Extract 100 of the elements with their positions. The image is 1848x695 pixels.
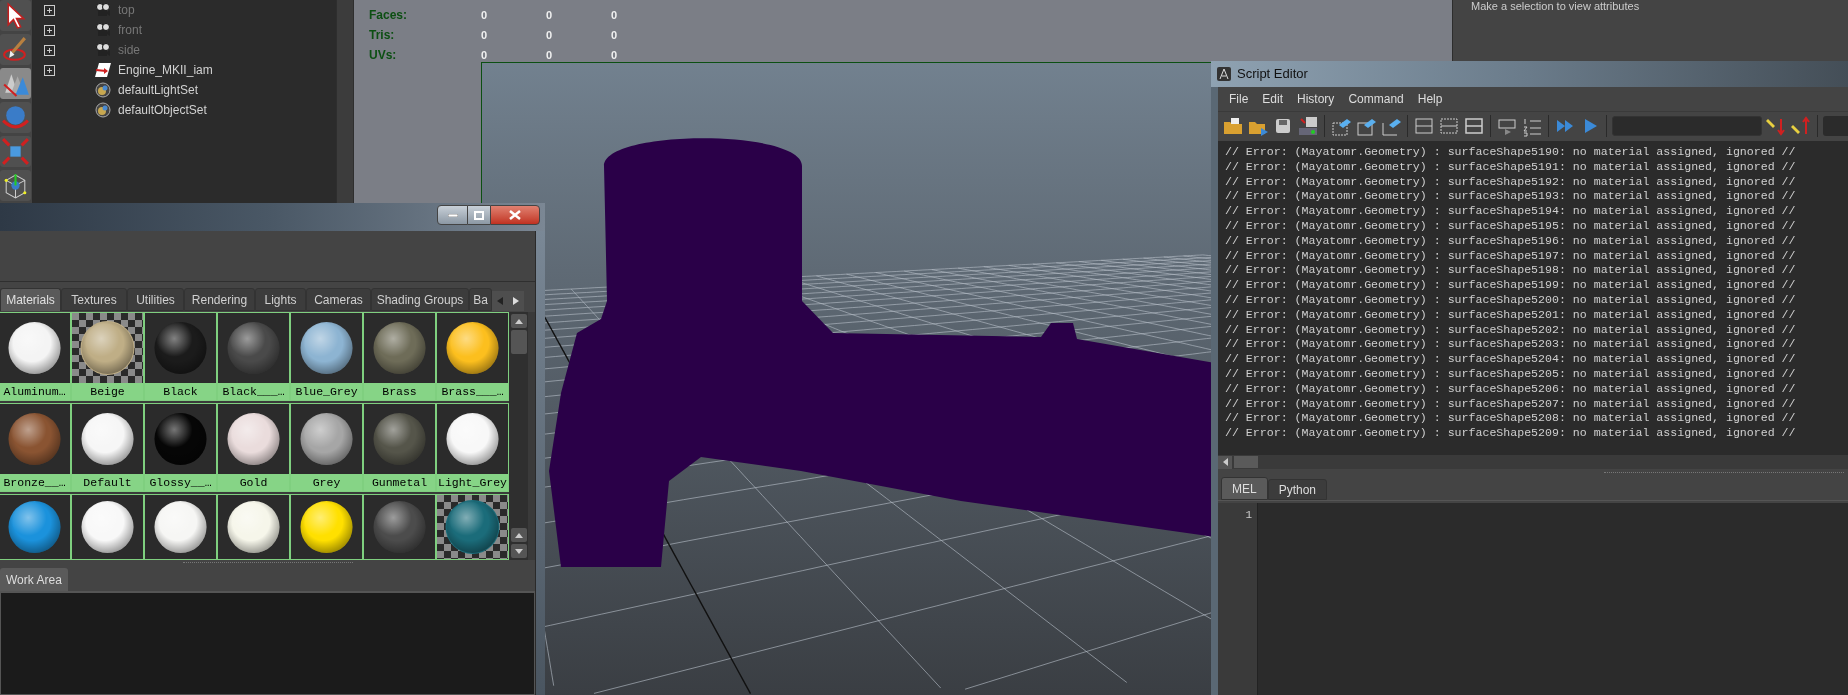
output-line: // Error: (Mayatomr.Geometry) : surfaceShape5207: no material assigned, ignored //: [1225, 396, 1797, 412]
hud-value: 0: [546, 9, 553, 21]
expand-icon[interactable]: [44, 4, 55, 16]
material-swatch[interactable]: [71, 494, 144, 560]
swatch-label: Black___…: [218, 383, 289, 400]
swatch-label: Light_Grey: [437, 474, 508, 491]
outliner-item[interactable]: defaultLightSet: [118, 81, 199, 99]
code-input-area[interactable]: [1258, 503, 1848, 695]
material-swatch[interactable]: Glossy__…: [144, 403, 217, 492]
set-sphere-icon: [95, 102, 111, 118]
swatch-label: Grey: [291, 474, 362, 491]
material-swatch[interactable]: [217, 494, 290, 560]
scroll-up-button[interactable]: [510, 314, 527, 328]
material-swatch[interactable]: [290, 494, 363, 560]
caret-down-icon: [514, 548, 523, 554]
shelf-tab[interactable]: Cameras: [306, 288, 371, 311]
material-swatch[interactable]: Black___…: [217, 312, 290, 401]
hud-value: 0: [481, 29, 488, 41]
hud-value: 0: [546, 29, 553, 41]
output-line: // Error: (Mayatomr.Geometry) : surfaceShape5205: no material assigned, ignored //: [1225, 366, 1797, 382]
material-swatch[interactable]: Beige: [71, 312, 144, 401]
output-line: // Error: (Mayatomr.Geometry) : surfaceShape5192: no material assigned, ignored //: [1225, 174, 1797, 190]
output-line: // Error: (Mayatomr.Geometry) : surfaceShape5198: no material assigned, ignored //: [1225, 263, 1797, 279]
material-swatch[interactable]: Brass: [363, 312, 436, 401]
material-swatch[interactable]: Aluminum…: [0, 312, 71, 401]
language-tab[interactable]: MEL: [1221, 477, 1268, 500]
hud-value: 0: [481, 49, 488, 61]
swatch-label: Bronze__…: [0, 474, 70, 491]
output-line: // Error: (Mayatomr.Geometry) : surfaceShape5201: no material assigned, ignored //: [1225, 307, 1797, 323]
menu-item[interactable]: Command: [1341, 90, 1411, 108]
swatch-label: Aluminum…: [0, 383, 70, 400]
material-swatch[interactable]: [144, 494, 217, 560]
outliner-item[interactable]: defaultObjectSet: [118, 101, 207, 119]
hud-value: 0: [481, 9, 488, 21]
material-swatch[interactable]: Gold: [217, 403, 290, 492]
outliner-item[interactable]: Engine_MKII_iam: [118, 61, 213, 79]
menu-item[interactable]: Help: [1410, 90, 1450, 108]
output-line: // Error: (Mayatomr.Geometry) : surfaceShape5195: no material assigned, ignored //: [1225, 219, 1797, 234]
scroll-left-button[interactable]: [1218, 455, 1232, 469]
window-title: Script Editor: [1237, 65, 1308, 84]
expand-icon[interactable]: [44, 24, 55, 36]
material-swatch[interactable]: Bronze__…: [0, 403, 71, 492]
expand-icon[interactable]: [44, 64, 55, 76]
expand-icon[interactable]: [44, 44, 55, 56]
work-area-tab[interactable]: Work Area: [0, 568, 68, 591]
flashlight-up-icon[interactable]: [1790, 114, 1812, 137]
swatch-label: Blue_Grey: [291, 383, 362, 400]
tab-scroll-right-button[interactable]: [508, 291, 524, 311]
hud-value: 0: [546, 49, 553, 61]
scroll-down-button[interactable]: [510, 544, 527, 558]
scale-cube-icon[interactable]: [0, 136, 31, 167]
shelf-tab[interactable]: Shading Groups: [371, 288, 469, 311]
output-line: // Error: (Mayatomr.Geometry) : surfaceShape5197: no material assigned, ignored //: [1225, 248, 1797, 264]
toolbar-field[interactable]: [1823, 115, 1848, 136]
material-swatch[interactable]: [0, 494, 71, 560]
material-swatch[interactable]: Light_Grey: [436, 403, 509, 492]
close-button[interactable]: [490, 205, 540, 225]
output-line: // Error: (Mayatomr.Geometry) : surfaceShape5202: no material assigned, ignored //: [1225, 322, 1797, 338]
material-swatch[interactable]: Blue_Grey: [290, 312, 363, 401]
shelf-tab[interactable]: Textures: [61, 288, 127, 311]
output-line: // Error: (Mayatomr.Geometry) : surfaceShape5203: no material assigned, ignored //: [1225, 337, 1797, 353]
menu-item[interactable]: Edit: [1255, 90, 1291, 108]
scrollbar-thumb[interactable]: [510, 330, 527, 354]
swatch-label: Brass___…: [437, 383, 508, 400]
material-swatch[interactable]: Brass___…: [436, 312, 509, 401]
vertical-scrollbar[interactable]: [509, 312, 528, 560]
material-swatch[interactable]: Grey: [290, 403, 363, 492]
language-tab[interactable]: Python: [1267, 479, 1328, 500]
output-line: // Error: (Mayatomr.Geometry) : surfaceShape5190: no material assigned, ignored //: [1225, 145, 1797, 160]
cones-icon[interactable]: [0, 68, 31, 99]
menu-item[interactable]: History: [1290, 90, 1342, 108]
close-icon: [509, 210, 521, 220]
search-field[interactable]: [1612, 115, 1762, 136]
material-swatch[interactable]: Black: [144, 312, 217, 401]
shelf-tab[interactable]: Rendering: [184, 288, 255, 311]
hud-value: 0: [611, 9, 618, 21]
hud-label: Faces:: [369, 8, 408, 22]
output-line: // Error: (Mayatomr.Geometry) : surfaceShape5193: no material assigned, ignored //: [1225, 189, 1797, 205]
shelf-tab[interactable]: Lights: [255, 288, 306, 311]
material-swatch[interactable]: Default: [71, 403, 144, 492]
minimize-button[interactable]: [437, 205, 468, 225]
scroll-up-button[interactable]: [510, 528, 527, 542]
output-line: // Error: (Mayatomr.Geometry) : surfaceShape5206: no material assigned, ignored //: [1225, 381, 1797, 397]
line-number: 1: [1245, 508, 1252, 523]
material-swatch[interactable]: Gunmetal: [363, 403, 436, 492]
shelf-tab[interactable]: Materials: [0, 288, 61, 311]
shelf-tab[interactable]: Utilities: [127, 288, 184, 311]
manipulator-cube-icon[interactable]: [0, 170, 31, 201]
save-to-shelf-icon[interactable]: [1297, 114, 1319, 137]
horizontal-scrollbar[interactable]: [1218, 455, 1848, 469]
menu-item[interactable]: File: [1222, 90, 1256, 108]
material-swatch[interactable]: [436, 494, 509, 560]
output-line: // Error: (Mayatomr.Geometry) : surfaceShape5199: no material assigned, ignored //: [1225, 278, 1797, 293]
caret-up-icon: [514, 532, 523, 538]
material-swatch[interactable]: [363, 494, 436, 560]
maximize-button[interactable]: [468, 205, 490, 225]
output-line: // Error: (Mayatomr.Geometry) : surfaceShape5208: no material assigned, ignored //: [1225, 411, 1797, 427]
scrollbar-thumb[interactable]: [1234, 456, 1258, 468]
shelf-tab[interactable]: Ba: [469, 288, 492, 311]
output-line: // Error: (Mayatomr.Geometry) : surfaceShape5204: no material assigned, ignored //: [1225, 352, 1797, 367]
